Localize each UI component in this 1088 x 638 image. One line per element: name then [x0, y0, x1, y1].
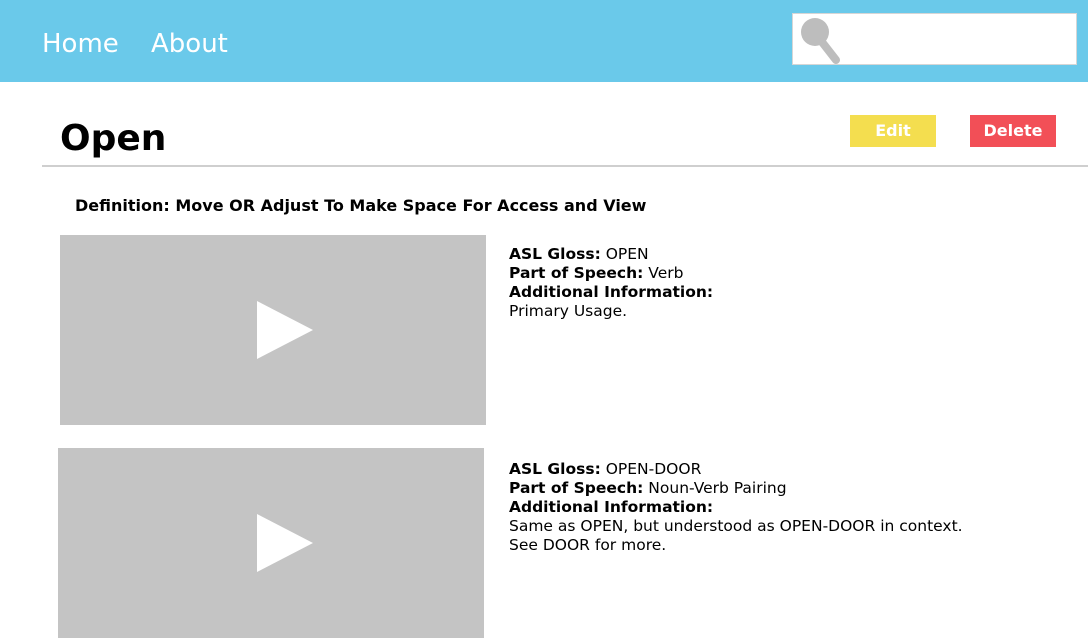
- additional-information-text: See DOOR for more.: [509, 536, 667, 554]
- asl-gloss-row: ASL Gloss: OPEN-DOOR: [509, 460, 963, 479]
- additional-information-text: Primary Usage.: [509, 302, 628, 320]
- part-of-speech-row: Part of Speech: Verb: [509, 264, 713, 283]
- entry-info-1: ASL Gloss: OPEN Part of Speech: Verb Add…: [509, 245, 713, 321]
- play-icon[interactable]: [257, 514, 313, 572]
- additional-information-label: Additional Information:: [509, 498, 714, 516]
- additional-information-text: Same as OPEN, but understood as OPEN-DOO…: [509, 517, 963, 535]
- nav-home-link[interactable]: Home: [42, 28, 119, 60]
- video-player-2[interactable]: [58, 448, 484, 638]
- edit-button[interactable]: Edit: [850, 115, 936, 147]
- entry-info-2: ASL Gloss: OPEN-DOOR Part of Speech: Nou…: [509, 460, 963, 555]
- part-of-speech-label: Part of Speech:: [509, 479, 644, 497]
- additional-information-label: Additional Information:: [509, 283, 714, 301]
- magnifier-icon: [801, 18, 840, 64]
- title-divider: [42, 165, 1088, 167]
- asl-gloss-row: ASL Gloss: OPEN: [509, 245, 713, 264]
- asl-gloss-label: ASL Gloss:: [509, 245, 601, 263]
- play-icon[interactable]: [257, 301, 313, 359]
- video-player-1[interactable]: [60, 235, 486, 425]
- part-of-speech-value: Noun-Verb Pairing: [648, 479, 787, 497]
- delete-button[interactable]: Delete: [970, 115, 1056, 147]
- asl-gloss-value: OPEN: [605, 245, 649, 263]
- part-of-speech-value: Verb: [648, 264, 684, 282]
- definition-text: Definition: Move OR Adjust To Make Space…: [75, 196, 647, 215]
- top-navbar: Home About: [0, 0, 1088, 82]
- asl-gloss-label: ASL Gloss:: [509, 460, 601, 478]
- part-of-speech-label: Part of Speech:: [509, 264, 644, 282]
- asl-gloss-value: OPEN-DOOR: [605, 460, 702, 478]
- nav-about-link[interactable]: About: [151, 28, 228, 60]
- page-title: Open: [60, 118, 167, 159]
- part-of-speech-row: Part of Speech: Noun-Verb Pairing: [509, 479, 963, 498]
